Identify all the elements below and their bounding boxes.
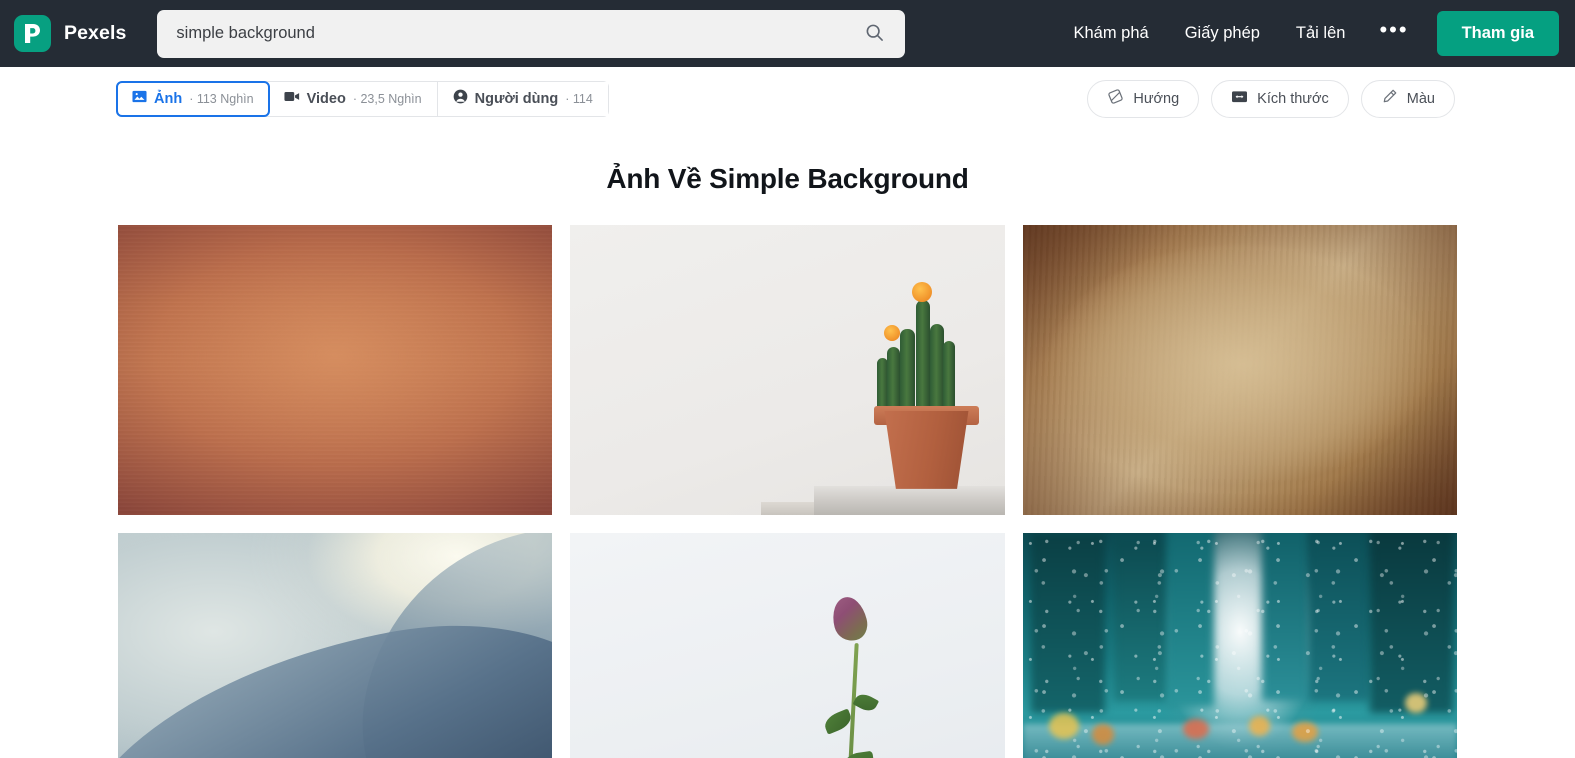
brand[interactable]: Pexels: [14, 15, 126, 52]
flower-bud: [828, 593, 871, 644]
filter-pills: Hướng Kích thước Màu: [1087, 79, 1455, 118]
rain-droplets: [1022, 533, 1457, 758]
cactus-flower: [884, 325, 900, 341]
tab-videos-count: · 23,5 Nghìn: [352, 91, 422, 106]
color-filter-label: Màu: [1406, 90, 1435, 107]
nav-item-upload[interactable]: Tải lên: [1278, 14, 1364, 53]
video-icon: [284, 90, 300, 107]
terracotta-pot: [884, 410, 969, 489]
tab-videos-label: Video: [306, 90, 346, 107]
orientation-icon: [1107, 88, 1124, 109]
site-header: Pexels Khám phá Giấy phép Tải lên ••• Th…: [0, 0, 1575, 67]
nav-item-license[interactable]: Giấy phép: [1167, 14, 1278, 53]
tab-photos[interactable]: Ảnh · 113 Nghìn: [116, 80, 270, 117]
color-picker-icon: [1381, 88, 1398, 109]
photo-grid: [0, 225, 1575, 758]
tab-videos[interactable]: Video · 23,5 Nghìn: [268, 81, 438, 116]
photo-thumbnail-abstract-curve: [118, 533, 553, 758]
tab-photos-label: Ảnh: [154, 90, 183, 107]
orientation-filter-label: Hướng: [1133, 90, 1180, 107]
cactus-arm: [942, 341, 956, 411]
search-icon: [865, 23, 884, 45]
cactus-flower: [912, 281, 933, 302]
orientation-filter-button[interactable]: Hướng: [1087, 79, 1200, 118]
image-icon: [132, 89, 147, 108]
search-input[interactable]: [176, 24, 858, 43]
tab-users-label: Người dùng: [474, 90, 559, 107]
brand-name: Pexels: [64, 22, 127, 44]
photo-thumbnail-cactus: [570, 225, 1005, 515]
leaf: [837, 751, 877, 758]
photo-thumbnail-parchment: [1022, 225, 1457, 515]
photo-card[interactable]: [570, 533, 1005, 758]
cactus-arm: [915, 300, 930, 411]
photo-thumbnail-rainy-street: [1022, 533, 1457, 758]
photo-thumbnail-flower-bud: [570, 533, 1005, 758]
main-nav: Khám phá Giấy phép Tải lên ••• Tham gia: [1055, 11, 1559, 56]
photo-card[interactable]: [1022, 533, 1457, 758]
size-filter-button[interactable]: Kích thước: [1211, 79, 1349, 118]
photo-card[interactable]: [118, 533, 553, 758]
cactus-arm: [887, 346, 901, 411]
photo-thumbnail-wood-texture: [118, 225, 553, 515]
size-filter-label: Kích thước: [1257, 90, 1329, 107]
leaf: [852, 691, 879, 715]
more-menu-icon[interactable]: •••: [1363, 18, 1424, 47]
nav-item-explore[interactable]: Khám phá: [1055, 14, 1166, 53]
photo-card[interactable]: [1022, 225, 1457, 515]
tab-users[interactable]: Người dùng · 114: [437, 81, 608, 116]
tab-users-count: · 114: [565, 91, 593, 106]
cactus-arm: [900, 329, 915, 411]
user-icon: [453, 89, 468, 108]
search-bar[interactable]: [157, 9, 906, 58]
tab-photos-count: · 113 Nghìn: [189, 91, 254, 106]
book-stack: [813, 486, 1005, 515]
color-filter-button[interactable]: Màu: [1360, 79, 1455, 118]
page-title: Ảnh Về Simple Background: [606, 163, 969, 194]
cactus-arm: [876, 358, 888, 411]
join-button[interactable]: Tham gia: [1436, 11, 1559, 56]
pexels-p-logo-icon[interactable]: [14, 15, 51, 52]
filter-bar: Ảnh · 113 Nghìn Video · 23,5 Nghìn Người…: [0, 67, 1575, 130]
search-submit-button[interactable]: [857, 17, 891, 51]
size-icon: [1231, 89, 1248, 108]
photo-card[interactable]: [118, 225, 553, 515]
result-type-tabs: Ảnh · 113 Nghìn Video · 23,5 Nghìn Người…: [116, 80, 609, 117]
photo-card[interactable]: [570, 225, 1005, 515]
